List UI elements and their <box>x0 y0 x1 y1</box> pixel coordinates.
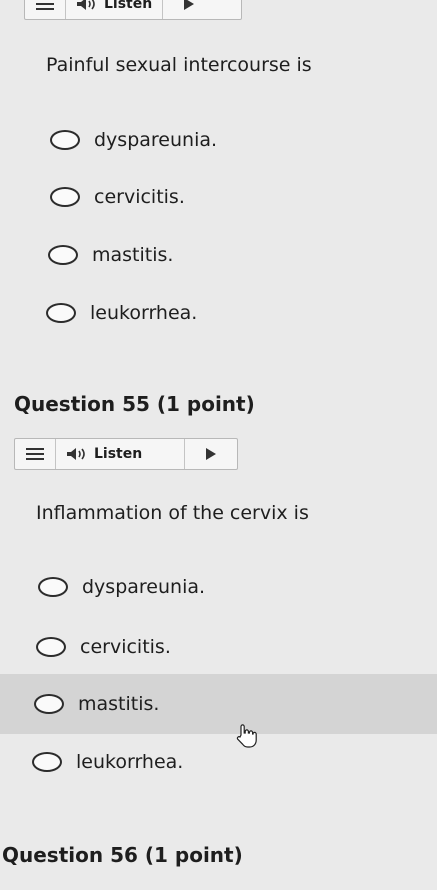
option-cervicitis[interactable]: cervicitis. <box>36 627 171 667</box>
radio-button[interactable] <box>50 130 80 150</box>
option-label: leukorrhea. <box>90 302 198 324</box>
question-heading: Question 55 (1 point) <box>14 392 255 416</box>
listen-button[interactable]: Listen <box>56 439 185 469</box>
play-button[interactable] <box>163 0 215 19</box>
listen-label: Listen <box>104 0 153 12</box>
hamburger-icon <box>26 448 44 460</box>
radio-button[interactable] <box>34 694 64 714</box>
hand-cursor-icon <box>236 724 257 748</box>
play-button[interactable] <box>185 439 237 469</box>
option-dyspareunia[interactable]: dyspareunia. <box>38 567 205 607</box>
option-label: cervicitis. <box>94 186 185 208</box>
option-dyspareunia[interactable]: dyspareunia. <box>50 120 217 160</box>
option-label: dyspareunia. <box>94 129 218 151</box>
speaker-icon <box>77 0 95 10</box>
play-icon <box>184 0 195 10</box>
speaker-icon <box>67 448 85 460</box>
radio-button[interactable] <box>50 187 80 207</box>
option-label: cervicitis. <box>80 636 171 658</box>
radio-button[interactable] <box>38 577 68 597</box>
option-cervicitis[interactable]: cervicitis. <box>50 177 185 217</box>
listen-button[interactable]: Listen <box>66 0 164 19</box>
radio-button[interactable] <box>36 637 66 657</box>
option-leukorrhea[interactable]: leukorrhea. <box>46 293 197 333</box>
radio-button[interactable] <box>46 303 76 323</box>
listen-toolbar-q54: Listen <box>24 0 242 20</box>
menu-button[interactable] <box>15 439 56 469</box>
listen-label: Listen <box>94 446 143 462</box>
listen-toolbar-q55: Listen <box>14 438 238 470</box>
option-label: dyspareunia. <box>82 576 206 598</box>
question-prompt: Inflammation of the cervix is <box>36 502 309 524</box>
option-mastitis[interactable]: mastitis. <box>34 684 159 724</box>
hamburger-icon <box>36 3 54 10</box>
option-label: mastitis. <box>78 693 160 715</box>
option-label: mastitis. <box>92 244 174 266</box>
radio-button[interactable] <box>32 752 62 772</box>
radio-button[interactable] <box>48 245 78 265</box>
question-prompt: Painful sexual intercourse is <box>46 54 312 76</box>
menu-button[interactable] <box>25 0 66 19</box>
option-mastitis[interactable]: mastitis. <box>48 235 173 275</box>
question-heading: Question 56 (1 point) <box>2 843 243 867</box>
option-label: leukorrhea. <box>76 751 184 773</box>
play-icon <box>206 448 216 460</box>
option-leukorrhea[interactable]: leukorrhea. <box>32 742 183 782</box>
